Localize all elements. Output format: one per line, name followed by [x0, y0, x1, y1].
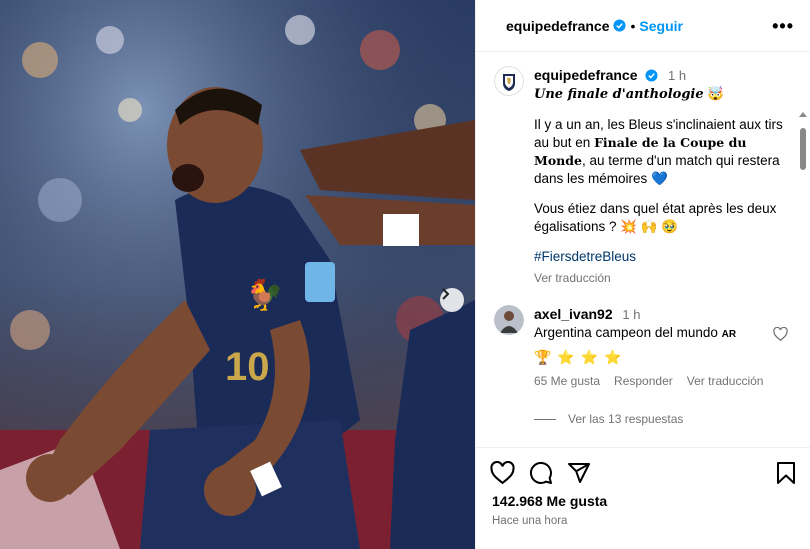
view-replies-button[interactable]: Ver las 13 respuestas	[534, 412, 790, 426]
svg-text:🐓: 🐓	[246, 277, 283, 313]
see-translation-link[interactable]: Ver traducción	[534, 269, 790, 287]
bookmark-icon	[777, 461, 795, 484]
instagram-post: 10 🐓 equipedefrance • Seguir ••• equiped…	[0, 0, 810, 549]
comment-likes[interactable]: 65 Me gusta	[534, 372, 600, 390]
post-photo[interactable]: 10 🐓	[0, 0, 475, 549]
caption-title: Une finale d'anthologie	[534, 87, 704, 102]
follow-button[interactable]: Seguir	[639, 18, 683, 34]
avatar-equipedefrance[interactable]	[494, 66, 524, 96]
flag-ar-label: AR	[721, 329, 737, 340]
comment-meta: 65 Me gusta Responder Ver traducción	[534, 372, 790, 390]
post-details-panel: equipedefrance • Seguir ••• equipedefran…	[475, 0, 810, 549]
comments-scrollbar[interactable]	[798, 110, 808, 447]
likes-count[interactable]: 142.968 Me gusta	[476, 493, 810, 509]
comment-username[interactable]: axel_ivan92	[534, 306, 613, 322]
next-photo-button[interactable]	[440, 288, 464, 312]
photo-illustration: 10 🐓	[0, 0, 475, 549]
heart-icon[interactable]	[773, 327, 788, 341]
chevron-right-icon	[442, 288, 450, 300]
caption-title-emoji: 🤯	[707, 86, 725, 101]
comments-section[interactable]: equipedefrance 1 h Une finale d'antholog…	[476, 52, 810, 447]
verified-badge-icon	[613, 19, 627, 32]
comment-emojis: 🏆 ⭐ ⭐ ⭐	[534, 349, 623, 365]
save-button[interactable]	[776, 461, 796, 485]
separator-dot: •	[630, 17, 636, 34]
avatar-axel-ivan92[interactable]	[494, 305, 524, 335]
verified-badge-icon	[645, 69, 658, 82]
comment-item: axel_ivan92 1 h Argentina campeon del mu…	[494, 305, 790, 390]
action-bar	[476, 447, 810, 497]
more-options-icon[interactable]: •••	[772, 16, 794, 37]
post-time-ago[interactable]: Hace una hora	[476, 515, 810, 527]
svg-text:10: 10	[225, 345, 270, 389]
reply-button[interactable]: Responder	[614, 372, 673, 390]
share-paper-plane-icon	[568, 462, 590, 483]
scroll-up-arrow-icon[interactable]	[799, 112, 807, 117]
comment-text: Argentina campeon del mundo	[534, 325, 718, 340]
caption-paragraph-1: Il y a un an, les Bleus s'inclinaient au…	[534, 116, 790, 188]
scrollbar-thumb[interactable]	[800, 128, 806, 170]
comment-button[interactable]	[529, 461, 553, 485]
hashtag-link[interactable]: #FiersdetreBleus	[534, 248, 790, 266]
post-header: equipedefrance • Seguir •••	[476, 0, 810, 52]
comment-bubble-icon	[529, 461, 552, 484]
comment-body: axel_ivan92 1 h Argentina campeon del mu…	[534, 305, 790, 390]
comment-text-line: Argentina campeon del mundo AR	[534, 324, 790, 344]
view-replies-label: Ver las 13 respuestas	[568, 412, 684, 426]
heart-icon	[490, 460, 515, 484]
caption-username[interactable]: equipedefrance	[534, 67, 637, 83]
caption-paragraph-2: Vous étiez dans quel état après les deux…	[534, 201, 777, 234]
caption: equipedefrance 1 h Une finale d'antholog…	[494, 66, 790, 287]
comment-translate-link[interactable]: Ver traducción	[687, 372, 764, 390]
caption-body: equipedefrance 1 h Une finale d'antholog…	[534, 66, 790, 287]
share-button[interactable]	[567, 461, 591, 485]
caption-time[interactable]: 1 h	[668, 68, 686, 83]
like-button[interactable]	[490, 460, 515, 485]
replies-divider-line	[534, 418, 556, 420]
header-username[interactable]: equipedefrance	[506, 18, 609, 34]
footer-spacer	[476, 527, 810, 549]
comment-time[interactable]: 1 h	[622, 307, 640, 322]
